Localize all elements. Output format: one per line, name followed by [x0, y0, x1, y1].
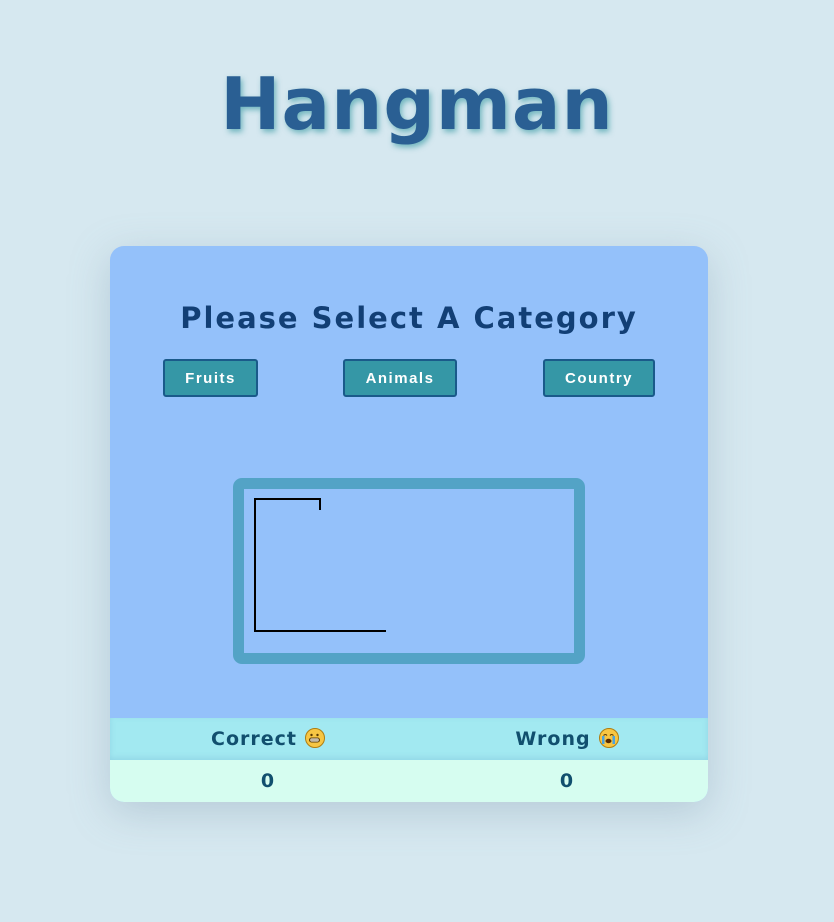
category-button-country[interactable]: Country — [543, 359, 655, 397]
wrong-count: 0 — [559, 770, 575, 792]
score-header-row: Correct Wrong — [110, 718, 708, 760]
wrong-header: Wrong — [426, 718, 708, 760]
wrong-label: Wrong — [515, 728, 591, 750]
category-button-fruits[interactable]: Fruits — [163, 359, 258, 397]
category-button-animals[interactable]: Animals — [343, 359, 457, 397]
game-card: Please Select A Category Fruits Animals … — [110, 246, 708, 802]
grinning-face-icon — [304, 728, 325, 748]
crying-face-icon — [598, 728, 619, 748]
correct-label: Correct — [211, 728, 297, 750]
category-prompt: Please Select A Category — [180, 301, 638, 335]
score-values-row: 0 0 — [110, 760, 708, 802]
correct-header: Correct — [110, 718, 426, 760]
app-title: Hangman — [220, 62, 614, 146]
gallows-drawing — [254, 498, 386, 632]
correct-count: 0 — [260, 770, 276, 792]
hangman-canvas — [233, 478, 585, 664]
